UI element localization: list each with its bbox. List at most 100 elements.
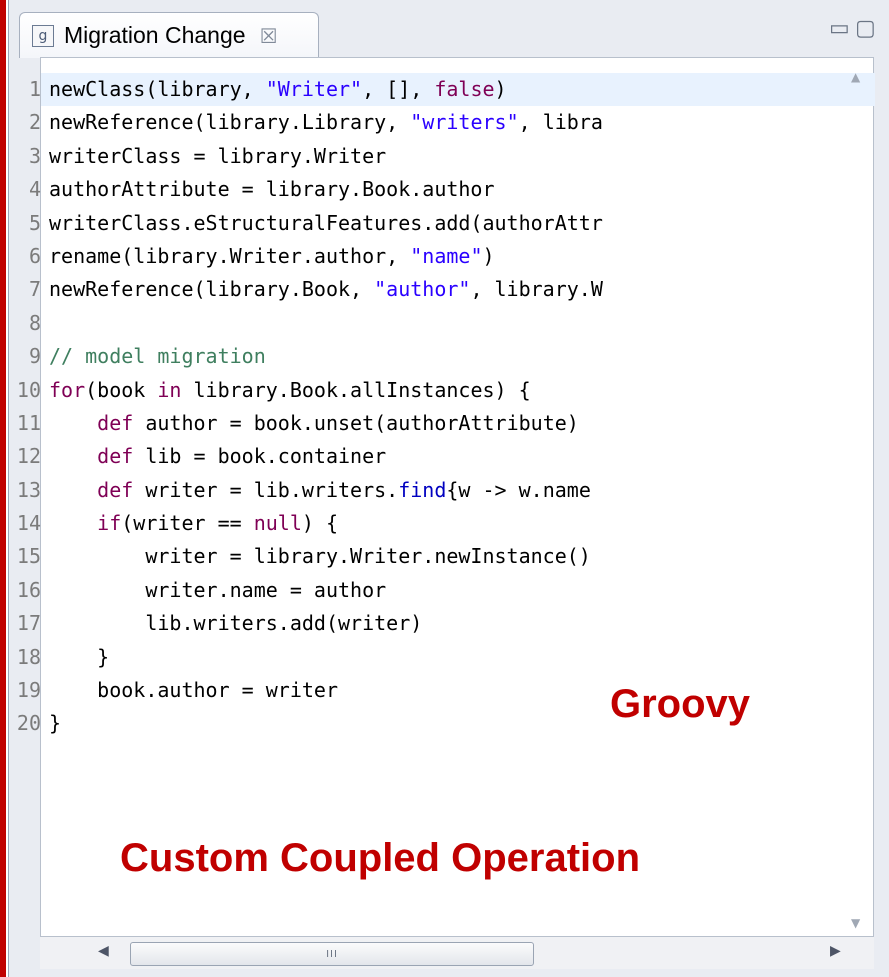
horizontal-scrollbar[interactable]: ◀ III ▶ — [40, 937, 874, 969]
code-line[interactable]: 14 if(writer == null) { — [17, 507, 875, 540]
line-number: 18 — [16, 644, 41, 669]
code-token: // model migration — [49, 344, 266, 369]
code-editor[interactable]: 1 newClass(library, "Writer", [], false) 2… — [17, 57, 875, 937]
code-token: writer = lib.writers. — [133, 477, 399, 502]
line-number: 13 — [16, 477, 41, 502]
code-token: writer = library.Writer.newInstance() — [49, 544, 591, 569]
code-token: for — [49, 377, 86, 402]
scroll-right-icon[interactable]: ▶ — [830, 943, 841, 959]
line-number: 3 — [28, 143, 41, 168]
code-token: def — [97, 444, 134, 469]
code-token: newClass(library, — [49, 77, 266, 101]
line-number: 4 — [28, 177, 41, 202]
code-token: authorAttribute = library.Book.author — [49, 177, 495, 202]
code-token: , library.W — [470, 277, 603, 302]
code-token: ) { — [301, 511, 339, 536]
scroll-left-icon[interactable]: ◀ — [98, 943, 109, 959]
code-token: lib.writers.add(writer) — [49, 611, 423, 636]
code-token: ) — [482, 243, 495, 268]
code-line[interactable]: 1 newClass(library, "Writer", [], false) — [29, 73, 875, 107]
scroll-up-icon[interactable]: ▲ — [851, 70, 860, 84]
code-line[interactable]: 10 for(book in library.Book.allInstances)… — [17, 374, 875, 407]
scroll-down-icon[interactable]: ▼ — [851, 916, 860, 930]
scroll-thumb[interactable]: III — [130, 942, 534, 966]
code-token: find — [398, 477, 447, 502]
language-label: Groovy — [610, 682, 751, 726]
groovy-file-icon: g — [32, 24, 54, 47]
code-token: writerClass = library.Writer — [49, 143, 387, 168]
code-token: author = book.unset(authorAttribute) — [133, 410, 579, 435]
code-token: book.author = writer — [49, 678, 338, 703]
code-line[interactable]: 16 writer.name = author — [17, 574, 875, 607]
line-number: 6 — [28, 243, 41, 268]
line-number: 15 — [16, 544, 41, 569]
code-line[interactable]: 9 // model migration — [29, 340, 875, 373]
code-line[interactable]: 8 — [29, 307, 875, 340]
vertical-scrollbar[interactable]: ▲ ▼ — [843, 58, 873, 936]
code-line[interactable]: 6 rename(library.Writer.author, "name") — [29, 240, 875, 273]
code-token: library.Book.allInstances) { — [181, 377, 531, 402]
code-token: if — [97, 511, 122, 536]
code-token: newReference(library.Library, — [49, 110, 411, 135]
line-number: 11 — [16, 410, 41, 435]
line-number: 5 — [28, 210, 41, 235]
left-accent-rule — [0, 0, 6, 977]
code-token: } — [49, 711, 62, 736]
code-line[interactable]: 4 authorAttribute = library.Book.author — [29, 173, 875, 206]
line-number: 12 — [16, 444, 41, 469]
code-line[interactable]: 7 newReference(library.Book, "author", li… — [29, 273, 875, 306]
tab-title: Migration Change — [64, 22, 246, 48]
minimize-icon[interactable]: ▭ — [829, 16, 850, 41]
code-line[interactable]: 3 writerClass = library.Writer — [29, 140, 875, 173]
line-number: 10 — [16, 377, 41, 402]
code-token: writerClass.eStructuralFeatures.add(auth… — [49, 210, 603, 235]
maximize-icon[interactable]: ▢ — [855, 16, 876, 41]
code-token: false — [434, 77, 495, 101]
code-token: def — [97, 477, 134, 502]
code-line[interactable]: 15 writer = library.Writer.newInstance() — [17, 540, 875, 573]
line-number: 20 — [16, 711, 41, 736]
code-line[interactable]: 2 newReference(library.Library, "writers"… — [29, 106, 875, 139]
code-line[interactable]: 11 def author = book.unset(authorAttribu… — [17, 407, 875, 440]
slide-caption: Custom Coupled Operation — [120, 836, 640, 880]
line-number: 16 — [16, 577, 41, 602]
close-tab-icon[interactable]: ☒ — [260, 24, 278, 48]
code-line[interactable]: 18 } — [17, 641, 875, 674]
code-token: lib = book.container — [133, 444, 387, 469]
code-token: "Writer" — [265, 77, 363, 101]
line-number: 19 — [16, 678, 41, 703]
code-line[interactable]: 13 def writer = lib.writers.find{w -> w.… — [17, 474, 875, 507]
code-token: newReference(library.Book, — [49, 277, 375, 302]
code-token: (book — [85, 377, 158, 402]
line-number: 7 — [28, 277, 41, 302]
line-number: 17 — [16, 611, 41, 636]
code-token: "writers" — [410, 110, 519, 135]
code-token: } — [49, 644, 110, 669]
code-token: in — [157, 377, 182, 402]
line-number: 8 — [28, 310, 41, 335]
code-token: rename(library.Writer.author, — [49, 243, 411, 268]
code-token: ) — [494, 77, 507, 101]
line-number: 14 — [16, 511, 41, 536]
code-token: , libra — [518, 110, 603, 135]
code-token: null — [253, 511, 302, 536]
line-number: 9 — [28, 344, 41, 369]
tab-migration-change[interactable]: g Migration Change ☒ — [19, 12, 319, 58]
code-token: , [], — [362, 77, 435, 101]
code-line[interactable]: 12 def lib = book.container — [17, 440, 875, 473]
code-token: def — [97, 410, 134, 435]
code-token: "author" — [374, 277, 471, 302]
code-line[interactable]: 5 writerClass.eStructuralFeatures.add(aut… — [29, 207, 875, 240]
code-token: writer.name = author — [49, 577, 387, 602]
code-line[interactable]: 17 lib.writers.add(writer) — [17, 607, 875, 640]
line-number: 2 — [28, 110, 41, 135]
code-lines: 1 newClass(library, "Writer", [], false) 2… — [17, 73, 875, 741]
line-number: 1 — [28, 77, 41, 101]
code-token: "name" — [410, 243, 483, 268]
code-token: {w -> w.name — [446, 477, 603, 502]
code-token: (writer == — [121, 511, 254, 536]
